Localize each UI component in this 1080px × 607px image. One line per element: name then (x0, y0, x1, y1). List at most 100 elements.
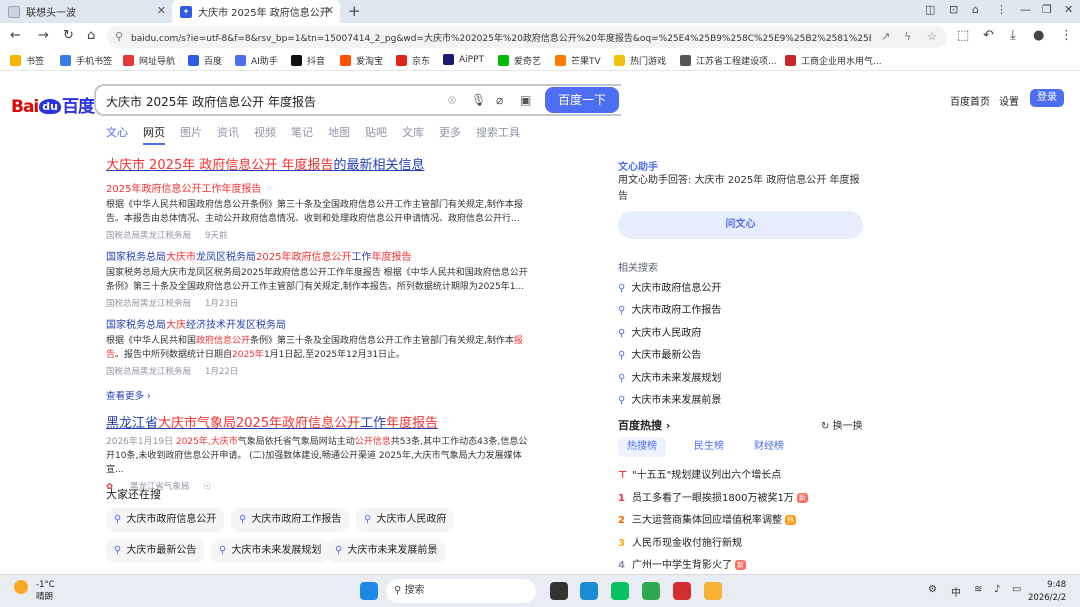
weather-icon[interactable] (14, 580, 28, 594)
bookmark-item[interactable]: 爱奇艺 (498, 54, 541, 67)
bookmark-item[interactable]: 京东 (396, 54, 430, 67)
tab-web[interactable]: 网页 (143, 124, 165, 145)
hot-item[interactable]: ⊤ "十五五"规划建议列出六个增长点 (618, 466, 781, 481)
wechat-icon[interactable] (611, 582, 629, 600)
chat-icon[interactable] (642, 582, 660, 600)
task-view-icon[interactable] (550, 582, 568, 600)
bookmark-item[interactable]: 爱淘宝 (340, 54, 383, 67)
undo-icon[interactable]: ↶ (983, 28, 994, 43)
result-title[interactable]: 大庆市 2025年 政府信息公开 年度报告的最新相关信息 (106, 154, 536, 173)
ask-wenxin-button[interactable]: 问文心 (618, 211, 863, 239)
tab-video[interactable]: 视频 (254, 124, 276, 145)
sub-result-title[interactable]: 国家税务总局大庆市龙凤区税务局2025年政府信息公开工作年度报告 (106, 248, 536, 263)
download-icon[interactable]: ⤓ (1010, 28, 1016, 43)
related-item[interactable]: ⚲ 大庆市政府信息公开 (618, 279, 721, 294)
hot-tab-finance[interactable]: 财经榜 (742, 437, 796, 457)
bookmark-item[interactable]: 书签 (10, 54, 44, 67)
tab-wenku[interactable]: 文库 (402, 124, 424, 145)
related-item[interactable]: ⚲ 大庆市未来发展规划 (618, 369, 721, 384)
share-icon[interactable]: ↗ (881, 30, 890, 43)
start-icon[interactable] (360, 582, 378, 600)
tab-baidu-search[interactable]: ✦ 大庆市 2025年 政府信息公开 年度 ✕ (172, 0, 340, 23)
related-item[interactable]: ⚲ 大庆市最新公告 (618, 346, 701, 361)
hot-search-title[interactable]: 百度热搜 › (618, 417, 670, 433)
hot-tab-livelihood[interactable]: 民生榜 (682, 437, 736, 457)
baidu-home-link[interactable]: 百度首页 (950, 93, 990, 108)
new-tab-icon[interactable]: + (348, 2, 361, 20)
back-icon[interactable]: ← (10, 28, 21, 43)
image-search-icon[interactable]: ▣ (520, 93, 531, 107)
hot-tab-hotlist[interactable]: 热搜榜 (618, 437, 666, 457)
bookmark-item[interactable]: 江苏省工程建设项... (680, 54, 777, 67)
extension-icon[interactable]: ⬚ (957, 28, 969, 43)
tab-lenovo[interactable]: 联想头一波 ✕ (0, 0, 172, 23)
also-search-chip[interactable]: ⚲ 大庆市政府工作报告 (231, 508, 350, 532)
also-search-chip[interactable]: ⚲ 大庆市最新公告 (106, 539, 205, 563)
search-query[interactable]: 大庆市 2025年 政府信息公开 年度报告 (106, 93, 316, 110)
hot-item[interactable]: 4 广州一中学生背影火了新 (618, 556, 746, 571)
wps-icon[interactable] (673, 582, 691, 600)
tab-wenxin[interactable]: 文心 (106, 124, 128, 145)
bookmark-item[interactable]: 工商企业用水用气... (785, 54, 882, 67)
address-bar[interactable]: ⚲ baidu.com/s?ie=utf-8&f=8&rsv_bp=1&tn=1… (107, 26, 947, 48)
related-item[interactable]: ⚲ 大庆市未来发展前景 (618, 391, 721, 406)
bookmark-item[interactable]: 热门游戏 (614, 54, 666, 67)
search-button[interactable]: 百度一下 (545, 87, 619, 113)
minimize-icon[interactable]: — (1020, 3, 1031, 16)
mute-icon[interactable]: ⚙ (928, 584, 937, 595)
microphone-icon[interactable]: 🎙 (471, 93, 486, 107)
result-title[interactable]: 黑龙江省大庆市气象局2025年政府信息公开工作年度报告 (106, 412, 536, 431)
tab-search-tools[interactable]: 搜索工具 (476, 124, 520, 145)
also-search-chip[interactable]: ⚲ 大庆市未来发展前景 (327, 539, 446, 563)
baidu-logo[interactable]: Bai du 百度 (11, 92, 95, 117)
lightning-icon[interactable]: ϟ (904, 30, 911, 43)
taskbar-search[interactable]: ⚲ 搜索 (386, 579, 536, 603)
related-item[interactable]: ⚲ 大庆市政府工作报告 (618, 301, 721, 316)
also-search-chip[interactable]: ⚲ 大庆市未来发展规划 (211, 539, 330, 563)
sub-result-title[interactable]: 2025年政府信息公开工作年度报告 (106, 180, 536, 195)
settings-link[interactable]: 设置 (999, 93, 1019, 108)
refresh-button[interactable]: ↻ 换一换 (821, 417, 863, 432)
folder-icon[interactable] (704, 582, 722, 600)
battery-icon[interactable]: ▭ (1012, 584, 1021, 595)
also-search-chip[interactable]: ⚲ 大庆市人民政府 (356, 508, 455, 532)
tab-news[interactable]: 资讯 (217, 124, 239, 145)
home-icon[interactable]: ⌂ (87, 28, 95, 43)
info-icon[interactable]: ☉ (203, 482, 211, 492)
bookmark-item[interactable]: AiPPT (443, 54, 484, 65)
refresh-icon[interactable]: ↻ (63, 28, 74, 43)
bookmark-item[interactable]: 百度 (188, 54, 222, 67)
reader-icon[interactable]: ⊡ (949, 3, 958, 16)
tab-more[interactable]: 更多 (439, 124, 461, 145)
close-tab-icon[interactable]: ✕ (325, 4, 334, 17)
forward-icon[interactable]: → (38, 28, 49, 43)
bookmark-item[interactable]: 芒果TV (555, 54, 601, 67)
maximize-icon[interactable]: ❐ (1042, 3, 1052, 16)
more-icon[interactable]: ⋮ (1060, 28, 1073, 43)
url-text[interactable]: baidu.com/s?ie=utf-8&f=8&rsv_bp=1&tn=150… (131, 31, 871, 44)
site-info-icon[interactable]: ⚲ (115, 30, 123, 43)
view-more-link[interactable]: 查看更多 › (106, 388, 536, 402)
edge-icon[interactable] (580, 582, 598, 600)
attachment-icon[interactable]: ⌀ (496, 93, 503, 107)
star-icon[interactable]: ☆ (927, 30, 937, 43)
tab-notes[interactable]: 笔记 (291, 124, 313, 145)
menu-icon[interactable]: ⋮ (996, 3, 1007, 16)
ime-indicator[interactable]: 中 (951, 584, 961, 599)
search-input[interactable]: 大庆市 2025年 政府信息公开 年度报告 ⊗ 🎙 ⌀ ▣ (94, 84, 621, 116)
weather-widget[interactable]: -1°C 晴朗 (36, 579, 55, 603)
close-tab-icon[interactable]: ✕ (157, 4, 166, 17)
hot-item[interactable]: 2 三大运营商集体回应增值税率调整热 (618, 511, 796, 526)
sub-result-title[interactable]: 国家税务总局大庆经济技术开发区税务局 (106, 316, 536, 331)
hot-item[interactable]: 1 员工多看了一眼挨损1800万被奖1万新 (618, 489, 808, 504)
bookmark-item[interactable]: 手机书签 (60, 54, 112, 67)
profile-icon[interactable]: ● (1033, 28, 1044, 43)
close-window-icon[interactable]: ✕ (1064, 3, 1073, 16)
tab-map[interactable]: 地图 (328, 124, 350, 145)
bookmark-item[interactable]: AI助手 (235, 54, 278, 67)
also-search-chip[interactable]: ⚲ 大庆市政府信息公开 (106, 508, 225, 532)
clock[interactable]: 9:48 2026/2/2 (1028, 579, 1066, 605)
tab-images[interactable]: 图片 (180, 124, 202, 145)
hot-item[interactable]: 3 人民币现金收付施行新规 (618, 534, 742, 549)
login-button[interactable]: 登录 (1030, 89, 1064, 107)
